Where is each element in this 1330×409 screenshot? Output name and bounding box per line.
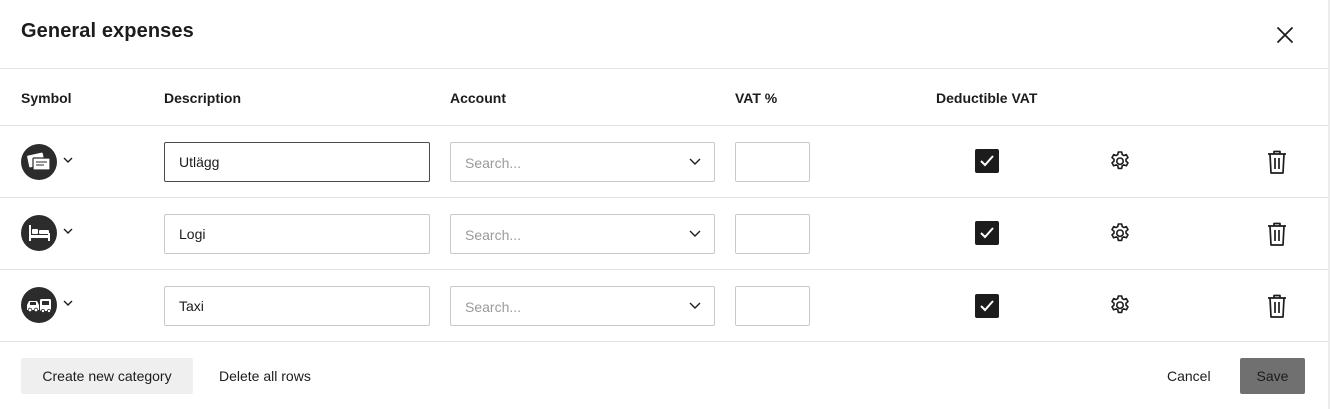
delete-all-rows-button[interactable]: Delete all rows xyxy=(219,358,311,394)
vat-input[interactable] xyxy=(735,214,810,254)
account-select[interactable]: Search... xyxy=(450,214,715,254)
divider xyxy=(0,269,1329,270)
vat-input[interactable] xyxy=(735,142,810,182)
account-placeholder: Search... xyxy=(465,299,522,315)
deductible-vat-checkbox[interactable] xyxy=(975,294,999,318)
chevron-down-icon xyxy=(63,228,73,234)
create-new-category-button[interactable]: Create new category xyxy=(21,358,193,394)
column-header-deductible-vat: Deductible VAT xyxy=(936,90,1038,106)
symbol-picker[interactable] xyxy=(21,286,79,324)
trash-icon[interactable] xyxy=(1265,221,1289,247)
close-icon[interactable] xyxy=(1272,22,1298,48)
bed-icon xyxy=(21,215,57,251)
symbol-picker[interactable] xyxy=(21,214,79,252)
checkmark-icon xyxy=(980,155,994,167)
divider xyxy=(0,125,1329,126)
divider xyxy=(0,68,1329,69)
column-header-vat: VAT % xyxy=(735,90,778,106)
gear-icon[interactable] xyxy=(1108,150,1132,174)
dialog-title: General expenses xyxy=(21,20,194,42)
gear-icon[interactable] xyxy=(1108,222,1132,246)
chevron-down-icon xyxy=(689,158,701,165)
deductible-vat-checkbox[interactable] xyxy=(975,149,999,173)
description-input[interactable] xyxy=(164,214,430,254)
vat-input[interactable] xyxy=(735,286,810,326)
column-header-account: Account xyxy=(450,90,506,106)
save-button[interactable]: Save xyxy=(1240,358,1305,394)
account-placeholder: Search... xyxy=(465,227,522,243)
divider xyxy=(0,341,1329,342)
account-select[interactable]: Search... xyxy=(450,142,715,182)
chevron-down-icon xyxy=(689,302,701,309)
chevron-down-icon xyxy=(63,157,73,163)
gear-icon[interactable] xyxy=(1108,294,1132,318)
checkmark-icon xyxy=(980,227,994,239)
trash-icon[interactable] xyxy=(1265,293,1289,319)
account-select[interactable]: Search... xyxy=(450,286,715,326)
chevron-down-icon xyxy=(63,300,73,306)
chevron-down-icon xyxy=(689,230,701,237)
divider xyxy=(0,197,1329,198)
column-header-symbol: Symbol xyxy=(21,90,72,106)
trash-icon[interactable] xyxy=(1265,149,1289,175)
cancel-button[interactable]: Cancel xyxy=(1167,358,1211,394)
column-header-description: Description xyxy=(164,90,242,106)
receipt-icon xyxy=(21,144,57,180)
symbol-picker[interactable] xyxy=(21,143,79,181)
taxi-icon xyxy=(21,287,57,323)
description-input[interactable] xyxy=(164,142,430,182)
checkmark-icon xyxy=(980,300,994,312)
deductible-vat-checkbox[interactable] xyxy=(975,221,999,245)
account-placeholder: Search... xyxy=(465,155,522,171)
description-input[interactable] xyxy=(164,286,430,326)
